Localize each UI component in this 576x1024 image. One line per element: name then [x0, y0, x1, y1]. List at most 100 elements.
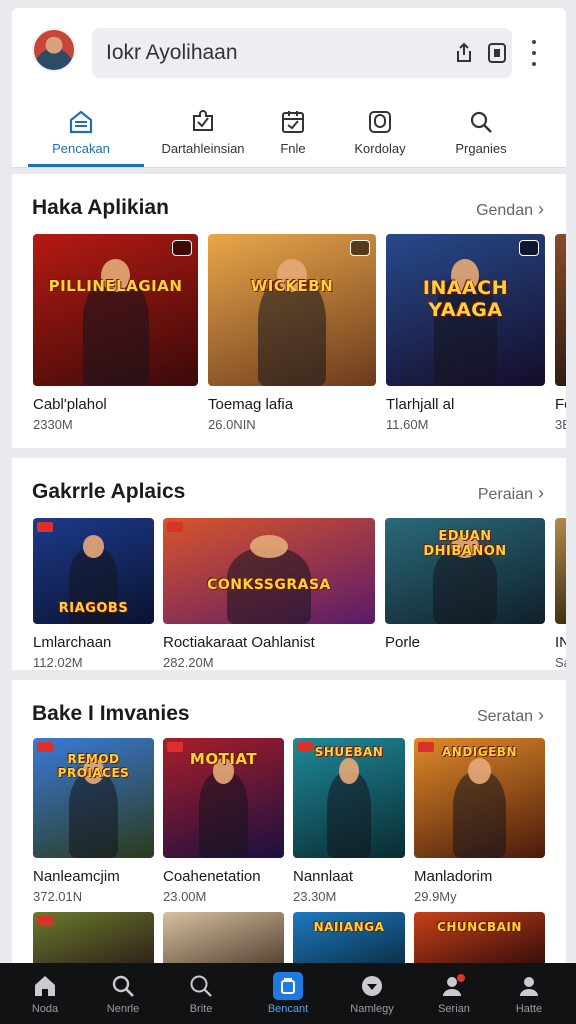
category-tabs: Pencakan Dartahleinsian Fnle Kordolay Pr…	[12, 104, 566, 168]
calendar-icon	[282, 111, 304, 133]
app-card[interactable]: EDUAN DHIBANON Porle	[385, 518, 545, 655]
section-more-link[interactable]: Peraian	[478, 483, 544, 504]
section-haka-aplikian: Haka Aplikian Gendan PILLINELAGIAN Cabl'…	[12, 174, 566, 448]
thumbnail-logo-text: CONKSSGRASA	[207, 577, 331, 594]
tab-prganies[interactable]: Prganies	[426, 104, 536, 166]
app-size: 23.30M	[293, 889, 337, 904]
app-name: Roctiakaraat Oahlanist	[163, 634, 315, 651]
app-card[interactable]: Fe 3E	[555, 234, 566, 432]
app-thumbnail[interactable]: CHUNCBAIN	[414, 912, 545, 963]
thumbnail-logo-text: SHUEBAN	[314, 745, 384, 760]
app-name: Nannlaat	[293, 868, 354, 885]
nav-item-brite[interactable]: Brite	[160, 963, 242, 1024]
nav-item-bencant[interactable]: Bencant	[247, 963, 329, 1024]
app-thumbnail[interactable]	[555, 518, 566, 624]
search-bar[interactable]: Iokr Ayolihaan	[92, 28, 512, 78]
section-bake-imvanies: Bake I Imvanies Seratan REMOD PROIACES N…	[12, 680, 566, 963]
app-thumbnail[interactable]: REMOD PROIACES	[33, 738, 154, 858]
nav-item-hatte[interactable]: Hatte	[488, 963, 570, 1024]
app-thumbnail[interactable]: MOTIAT	[163, 738, 284, 858]
app-thumbnail[interactable]: SHUEBAN	[293, 738, 405, 858]
app-thumbnail[interactable]: ANDIGEBN	[414, 738, 545, 858]
app-thumbnail[interactable]: PILLINELAGIAN	[33, 234, 198, 386]
app-thumbnail[interactable]: RIAGOBS	[33, 518, 154, 624]
app-thumbnail[interactable]: WICKEBN	[208, 234, 376, 386]
app-size: 282.20M	[163, 655, 214, 670]
profile-notification-icon	[443, 974, 465, 996]
thumbnail-logo-text: INAACH YAAGA	[422, 276, 509, 321]
section-more-link[interactable]: Gendan	[476, 199, 544, 220]
app-name: Lmlarchaan	[33, 634, 112, 651]
search-icon	[470, 111, 492, 133]
app-card[interactable]: CHUNCBAIN	[414, 912, 545, 963]
app-size: 372.01N	[33, 889, 83, 904]
app-thumbnail[interactable]: INAACH YAAGA	[386, 234, 545, 386]
thumbnail-logo-text: REMOD PROIACES	[57, 752, 130, 781]
search-input[interactable]: Iokr Ayolihaan	[106, 41, 238, 65]
thumbnail-logo-text: WICKEBN	[250, 276, 334, 295]
app-name: Porle	[385, 634, 421, 651]
nav-label: Brite	[189, 1003, 213, 1015]
tab-kordolay[interactable]: Kordolay	[325, 104, 435, 166]
app-card[interactable]: WICKEBN Toemag lafia 26.0NIN	[208, 234, 376, 432]
app-size: 3E	[555, 417, 566, 432]
app-card[interactable]: INAACH YAAGA Tlarhjall al 11.60M	[386, 234, 545, 432]
thumbnail-logo-text: RIAGOBS	[58, 600, 129, 616]
search-icon	[190, 975, 212, 997]
app-card[interactable]: SHUEBAN Nannlaat 23.30M	[293, 738, 405, 904]
app-name: Toemag lafia	[208, 396, 294, 413]
nav-item-serian[interactable]: Serian	[413, 963, 495, 1024]
app-name: Nanleamcjim	[33, 868, 120, 885]
nav-label: Namlegy	[350, 1003, 394, 1015]
section-gakrrle-aplaics: Gakrrle Aplaics Peraian RIAGOBS Lmlarcha…	[12, 458, 566, 670]
nav-label: Bencant	[267, 1003, 309, 1015]
app-name: Coahenetation	[163, 868, 261, 885]
share-icon[interactable]	[452, 41, 476, 65]
app-card[interactable]: CONKSSGRASA Roctiakaraat Oahlanist 282.2…	[163, 518, 375, 670]
app-card[interactable]: RIAGOBS Lmlarchaan 112.02M	[33, 518, 154, 670]
gamepad-icon	[369, 111, 391, 133]
app-card[interactable]: NAIIANGA	[293, 912, 405, 963]
bookmark-icon[interactable]	[485, 41, 509, 65]
tab-label: Pencakan	[52, 141, 110, 156]
home-icon	[35, 976, 55, 996]
app-card[interactable]: IN Sa	[555, 518, 566, 670]
app-card[interactable]	[163, 912, 284, 963]
nav-item-noda[interactable]: Noda	[4, 963, 86, 1024]
app-size: 23.00M	[163, 889, 207, 904]
apps-icon	[281, 978, 295, 994]
app-size: 11.60M	[386, 417, 429, 432]
app-card[interactable]: MOTIAT Coahenetation 23.00M	[163, 738, 284, 904]
nav-item-nenrle[interactable]: Nenrle	[82, 963, 164, 1024]
section-more-link[interactable]: Seratan	[477, 705, 544, 726]
app-thumbnail[interactable]	[163, 912, 284, 963]
app-thumbnail[interactable]: EDUAN DHIBANON	[385, 518, 545, 624]
thumbnail-logo-text: EDUAN DHIBANON	[423, 528, 507, 559]
top-bar: Iokr Ayolihaan Pencakan Dartahleinsian F…	[12, 8, 566, 168]
app-size: 26.0NIN	[208, 417, 256, 432]
section-title: Bake I Imvanies	[32, 702, 190, 725]
app-size: 2330M	[33, 417, 73, 432]
tab-label: Prganies	[455, 141, 507, 156]
app-thumbnail[interactable]	[33, 912, 154, 963]
nav-item-namlegy[interactable]: Namlegy	[331, 963, 413, 1024]
more-vertical-icon[interactable]	[524, 36, 544, 70]
app-card[interactable]: PILLINELAGIAN Cabl'plahol 2330M	[33, 234, 198, 432]
app-card[interactable]: REMOD PROIACES Nanleamcjim 372.01N	[33, 738, 154, 904]
app-thumbnail[interactable]: CONKSSGRASA	[163, 518, 375, 624]
section-title: Gakrrle Aplaics	[32, 480, 186, 503]
home-icon	[69, 110, 93, 134]
tab-pencakan[interactable]: Pencakan	[26, 104, 144, 167]
thumbnail-logo-text: CHUNCBAIN	[437, 920, 522, 935]
profile-icon	[520, 977, 538, 996]
app-thumbnail[interactable]	[555, 234, 566, 386]
app-card[interactable]	[33, 912, 154, 963]
app-thumbnail[interactable]: NAIIANGA	[293, 912, 405, 963]
search-icon	[112, 975, 134, 997]
app-card[interactable]: ANDIGEBN Manladorim 29.9My	[414, 738, 545, 904]
avatar[interactable]	[32, 28, 76, 72]
puzzle-icon	[193, 110, 213, 131]
tab-label: Kordolay	[354, 141, 406, 156]
app-name: Manladorim	[414, 868, 493, 885]
bottom-navigation: Noda Nenrle Brite Bencant Namlegy Serian	[0, 963, 576, 1024]
